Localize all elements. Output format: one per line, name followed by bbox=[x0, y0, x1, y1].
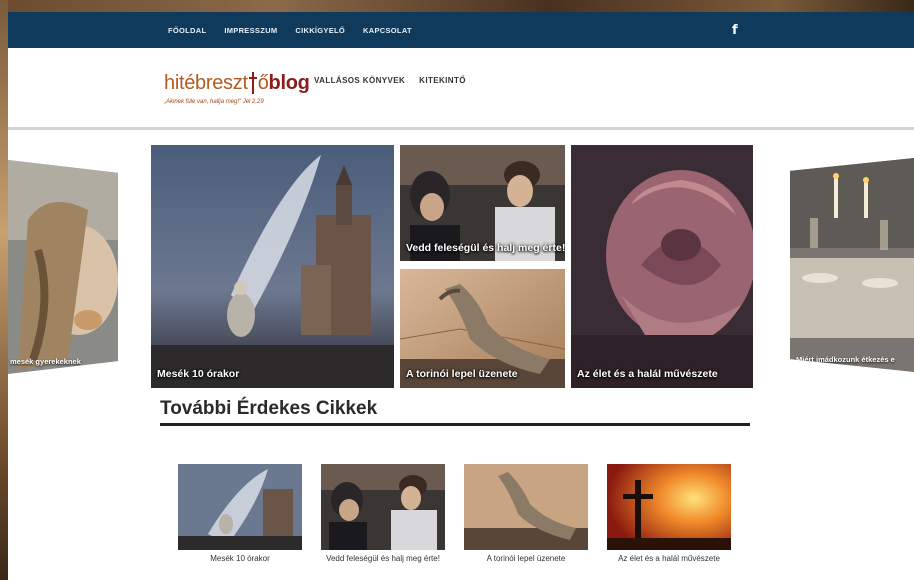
related-thumb-art-of-life[interactable] bbox=[607, 464, 731, 550]
main-nav-menu: VALLÁSOS KÖNYVEK KITEKINTŐ bbox=[314, 76, 466, 85]
slider-side-right-caption: Miért imádkozunk étkezés e bbox=[796, 355, 895, 364]
logo-text-part2: ő bbox=[257, 72, 269, 94]
related-caption-marry[interactable]: Vedd feleségül és halj meg érte! bbox=[321, 554, 445, 564]
related-caption-art-of-life[interactable]: Az élet és a halál művészete bbox=[607, 554, 731, 564]
logo-tagline: „Akinek füle van, hallja meg!” Jel 2,29 bbox=[164, 99, 264, 105]
browser-page: FŐOLDAL IMPRESSZUM CIKKÍGYELŐ KAPCSOLAT … bbox=[8, 12, 914, 580]
slider-tile-art-of-life[interactable]: Az élet és a halál művészete bbox=[571, 145, 753, 388]
slide-image-girl bbox=[8, 160, 118, 374]
tile-caption-fairytale: Mesék 10 órakor bbox=[157, 368, 240, 380]
slide-image-candles bbox=[790, 158, 914, 372]
thumb-image-knight bbox=[178, 464, 302, 550]
thumb-image-cross-sunset bbox=[607, 464, 731, 550]
tile-caption-art-of-life: Az élet és a halál művészete bbox=[577, 368, 718, 380]
logo-text-part1: hitébreszt bbox=[164, 72, 248, 94]
top-nav-bar: FŐOLDAL IMPRESSZUM CIKKÍGYELŐ KAPCSOLAT … bbox=[8, 12, 914, 48]
nav-outlook[interactable]: KITEKINTŐ bbox=[419, 76, 466, 85]
header-divider bbox=[8, 127, 914, 130]
tile-image-rose bbox=[571, 145, 753, 388]
top-nav-menu: FŐOLDAL IMPRESSZUM CIKKÍGYELŐ KAPCSOLAT bbox=[168, 12, 412, 48]
thumb-image-couple bbox=[321, 464, 445, 550]
facebook-icon[interactable]: f bbox=[732, 23, 738, 38]
slider-tile-fairytale[interactable]: Mesék 10 órakor bbox=[151, 145, 394, 388]
thumb-image-hand bbox=[464, 464, 588, 550]
tile-image-knight bbox=[151, 145, 394, 388]
slider-side-right[interactable]: Miért imádkozunk étkezés e bbox=[790, 158, 914, 372]
slider-side-left-caption: mesék gyerekeknek bbox=[10, 357, 81, 366]
related-articles-rule bbox=[160, 423, 750, 426]
slider-side-left[interactable]: mesék gyerekeknek bbox=[8, 160, 118, 374]
nav-impressum[interactable]: IMPRESSZUM bbox=[224, 26, 277, 35]
related-articles-heading: További Érdekes Cikkek bbox=[160, 398, 378, 419]
nav-home[interactable]: FŐOLDAL bbox=[168, 26, 206, 35]
slider-tile-shroud[interactable]: A torinói lepel üzenete bbox=[400, 269, 565, 388]
related-thumb-fairytale[interactable] bbox=[178, 464, 302, 550]
nav-article-watch[interactable]: CIKKÍGYELŐ bbox=[295, 26, 345, 35]
slider-tile-marry[interactable]: Vedd feleségül és halj meg érte! bbox=[400, 145, 565, 261]
nav-contact[interactable]: KAPCSOLAT bbox=[363, 26, 412, 35]
tile-caption-shroud: A torinói lepel üzenete bbox=[406, 368, 518, 380]
tile-caption-marry: Vedd feleségül és halj meg érte! bbox=[406, 242, 565, 254]
nav-religious-books[interactable]: VALLÁSOS KÖNYVEK bbox=[314, 76, 405, 85]
logo-text-blog: blog bbox=[268, 72, 310, 94]
related-thumb-shroud[interactable] bbox=[464, 464, 588, 550]
related-caption-fairytale[interactable]: Mesék 10 órakor bbox=[178, 554, 302, 564]
cross-icon bbox=[248, 72, 257, 94]
related-thumb-marry[interactable] bbox=[321, 464, 445, 550]
background-wood-left bbox=[0, 0, 8, 580]
site-logo[interactable]: hitébreszt őblog „Akinek füle van, hallja… bbox=[164, 72, 310, 105]
related-caption-shroud[interactable]: A torinói lepel üzenete bbox=[464, 554, 588, 564]
